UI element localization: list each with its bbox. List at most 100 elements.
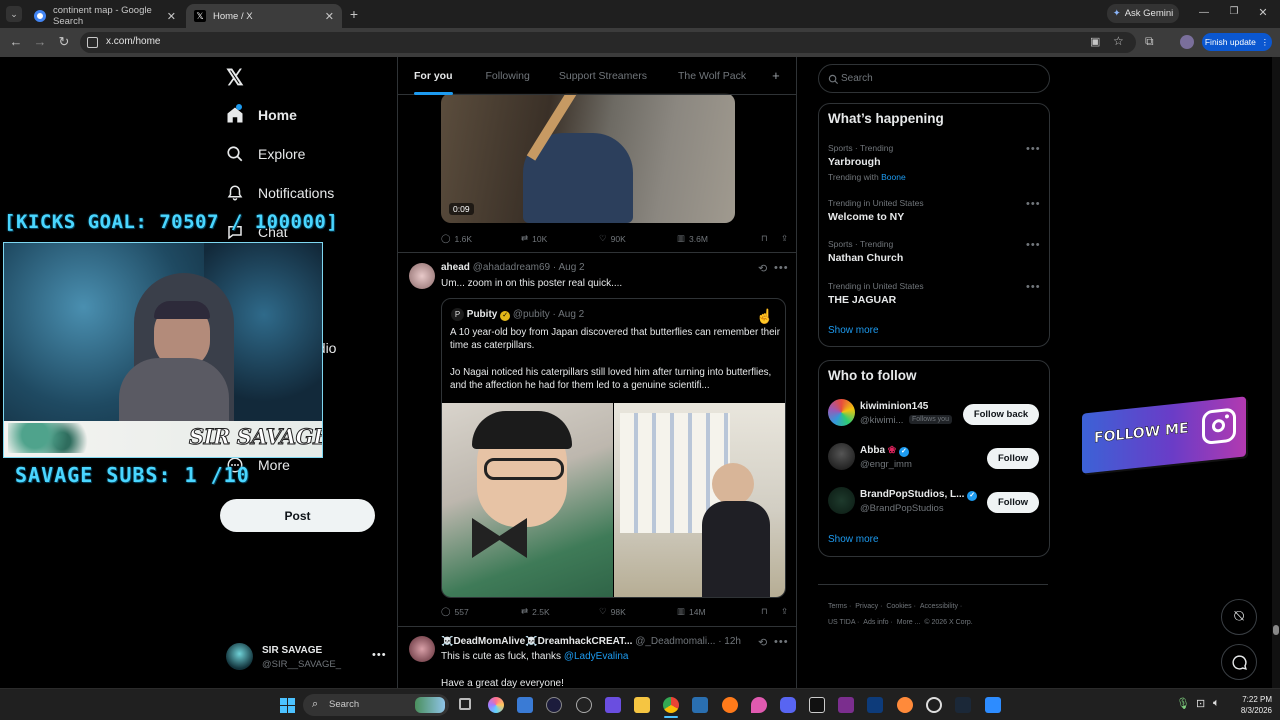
tab-the-wolf-pack[interactable]: The Wolf Pack [678, 57, 746, 95]
trend-more-icon[interactable]: ••• [1026, 143, 1041, 155]
follow-suggestion[interactable]: BrandPopStudios, L... ✓ @BrandPopStudios… [828, 487, 1040, 517]
bookmark-button[interactable]: ⊓ [761, 233, 781, 244]
app-icon-orange[interactable] [897, 697, 913, 713]
x-logo-icon[interactable]: 𝕏 [226, 65, 244, 91]
microphone-icon[interactable]: 🎙︎ [1176, 697, 1190, 710]
follow-back-button[interactable]: Follow back [963, 404, 1039, 425]
close-tab-icon[interactable]: ✕ [325, 10, 334, 23]
tab-home-x[interactable]: 𝕏 Home / X ✕ [186, 4, 342, 28]
avatar[interactable] [409, 636, 435, 662]
follow-suggestion[interactable]: Abba ❀ ✓ @engr_imm Follow [828, 443, 1040, 473]
extensions-icon[interactable]: ⧉ [1145, 34, 1154, 49]
tab-google-search[interactable]: continent map - Google Search ✕ [26, 4, 184, 28]
app-icon-monitor[interactable] [517, 697, 533, 713]
repost-button[interactable]: ⇄ 10K [521, 233, 599, 244]
back-icon[interactable]: ← [8, 34, 24, 49]
network-icon[interactable]: ⊡ [1196, 697, 1205, 710]
grok-float-icon[interactable]: ⍉ [1221, 599, 1257, 635]
mention-link[interactable]: @LadyEvalina [564, 651, 629, 662]
tab-support-streamers[interactable]: Support Streamers [559, 57, 647, 95]
app-icon-blue[interactable] [692, 697, 708, 713]
nav-notifications[interactable]: Notifications [226, 184, 334, 202]
follow-button[interactable]: Follow [987, 492, 1039, 513]
app-icon-navy[interactable] [867, 697, 883, 713]
address-bar[interactable]: x.com/home ▣ ☆ [80, 32, 1136, 53]
task-view-icon[interactable] [459, 698, 471, 710]
copilot-icon[interactable] [488, 697, 504, 713]
windows-start-icon[interactable] [280, 698, 295, 713]
soundcloud-icon[interactable] [722, 697, 738, 713]
post-button[interactable]: Post [220, 499, 375, 532]
like-button[interactable]: ♡ 90K [599, 233, 677, 244]
views-button[interactable]: ▥ 14M [677, 606, 761, 617]
quoted-post[interactable]: P Pubity ✓ @pubity · Aug 2 A 10 year-old… [441, 298, 786, 598]
taskbar-search[interactable]: ⌕ Search [303, 694, 449, 716]
discord-icon[interactable] [780, 697, 796, 713]
post-video[interactable]: 0:09 [441, 93, 735, 223]
trend-more-icon[interactable]: ••• [1026, 239, 1041, 251]
steam-icon[interactable] [955, 697, 971, 713]
quote-photo-boy-poster[interactable] [614, 403, 785, 597]
app-icon-arrow[interactable] [546, 697, 562, 713]
new-tab-icon[interactable]: + [346, 6, 362, 22]
app-icon-grid[interactable] [605, 697, 621, 713]
nav-explore[interactable]: Explore [226, 145, 305, 163]
show-more-trends-link[interactable]: Show more [828, 325, 879, 336]
site-info-icon[interactable] [87, 37, 98, 48]
views-button[interactable]: ▥ 3.6M [677, 233, 761, 244]
trend-item[interactable]: Sports · Trending Yarbrough Trending wit… [828, 143, 1041, 182]
account-more-icon[interactable]: ••• [372, 649, 387, 661]
grok-icon[interactable]: ⟲ [758, 262, 767, 275]
obs-icon[interactable] [926, 697, 942, 713]
cast-icon[interactable]: ▣ [1090, 35, 1100, 48]
grok-icon[interactable]: ⟲ [758, 636, 767, 649]
trend-more-icon[interactable]: ••• [1026, 281, 1041, 293]
close-tab-icon[interactable]: ✕ [167, 10, 176, 23]
nav-home[interactable]: Home [226, 104, 297, 124]
taskbar-clock[interactable]: 7:22 PM 8/3/2026 [1230, 694, 1272, 716]
ask-gemini-button[interactable]: ✦ Ask Gemini [1107, 4, 1179, 23]
author-name[interactable]: ahead [441, 262, 470, 273]
post-more-icon[interactable]: ••• [774, 262, 789, 274]
add-tab-icon[interactable]: + [772, 57, 780, 95]
search-input[interactable]: Search [818, 64, 1050, 93]
like-button[interactable]: ♡ 98K [599, 606, 677, 617]
forward-icon[interactable]: → [32, 34, 48, 49]
bookmark-star-icon[interactable]: ☆ [1113, 34, 1124, 48]
window-close-icon[interactable]: ✕ [1255, 6, 1271, 19]
tab-for-you[interactable]: For you [414, 57, 453, 95]
avatar[interactable] [409, 263, 435, 289]
scrollbar-thumb[interactable] [1273, 625, 1279, 635]
app-icon-purple[interactable] [838, 697, 854, 713]
tab-following[interactable]: Following [486, 57, 530, 95]
minimize-icon[interactable]: — [1196, 7, 1212, 18]
share-button[interactable]: ⇪ [781, 233, 788, 244]
trend-item[interactable]: Trending in United States Welcome to NY … [828, 198, 1041, 223]
post-more-icon[interactable]: ••• [774, 636, 789, 648]
follow-suggestion[interactable]: kiwiminion145 @kiwimi... Follows you Fol… [828, 399, 1040, 429]
app-icon-circle[interactable] [576, 697, 592, 713]
quote-photo-boy-butterfly[interactable] [442, 403, 613, 597]
scrollbar[interactable] [1272, 57, 1280, 688]
app-icon-light-blue[interactable] [985, 697, 1001, 713]
show-more-follow-link[interactable]: Show more [828, 534, 879, 545]
tab-search-button[interactable]: ⌄ [6, 6, 22, 22]
profile-avatar[interactable] [1180, 35, 1194, 49]
restore-icon[interactable]: ❐ [1226, 6, 1242, 17]
author-name[interactable]: ☠️DeadMomAlive☠️DreamhackCREAT... [441, 636, 632, 647]
trend-item[interactable]: Trending in United States THE JAGUAR ••• [828, 281, 1041, 306]
follow-button[interactable]: Follow [987, 448, 1039, 469]
volume-icon[interactable]: 🔈︎ [1213, 697, 1220, 710]
trend-more-icon[interactable]: ••• [1026, 198, 1041, 210]
repost-button[interactable]: ⇄ 2.5K [521, 606, 599, 617]
share-button[interactable]: ⇪ [781, 606, 788, 617]
capcut-icon[interactable] [809, 697, 825, 713]
file-explorer-icon[interactable] [634, 697, 650, 713]
trend-item[interactable]: Sports · Trending Nathan Church ••• [828, 239, 1041, 264]
finish-update-button[interactable]: Finish update ⋮ [1202, 33, 1272, 51]
messages-float-button[interactable] [1221, 644, 1257, 680]
reload-icon[interactable]: ↻ [56, 34, 72, 50]
chrome-icon[interactable] [663, 697, 679, 713]
reply-button[interactable]: ◯ 557 [441, 606, 521, 617]
account-switcher[interactable]: SIR SAVAGE @SIR__SAVAGE_ ••• [226, 641, 396, 671]
